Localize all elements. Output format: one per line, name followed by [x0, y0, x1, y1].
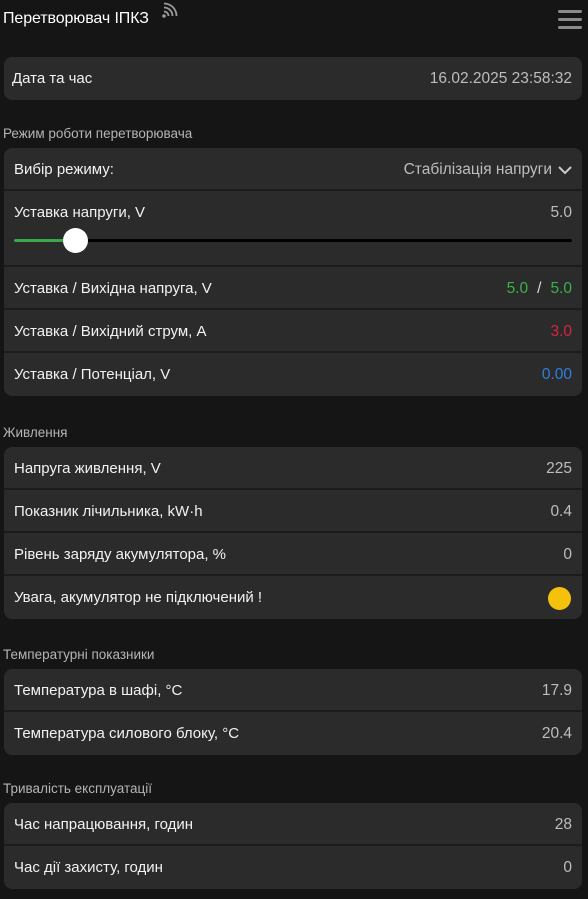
output-voltage-row: Уставка / Вихідна напруга, V 5.0 / 5.0 — [4, 267, 582, 310]
potential-row: Уставка / Потенціал, V 0.00 — [4, 353, 582, 396]
datetime-row: Дата та час 16.02.2025 23:58:32 — [4, 57, 582, 100]
mode-select-value: Стабілізація напруги — [403, 161, 552, 178]
hamburger-menu-icon[interactable] — [558, 10, 582, 32]
meter-row: Показник лічильника, kW·h 0.4 — [4, 490, 582, 533]
voltage-setpoint-value: 5.0 — [550, 204, 572, 221]
output-voltage-label: Уставка / Вихідна напруга, V — [14, 280, 212, 297]
power-card: Напруга живлення, V 225 Показник лічильн… — [4, 447, 582, 619]
power-section-title: Живлення — [3, 425, 68, 440]
output-current-label: Уставка / Вихідний струм, А — [14, 323, 207, 340]
supply-voltage-value: 225 — [546, 460, 572, 477]
operation-section-title: Тривалість експлуатації — [3, 781, 152, 796]
operation-card: Час напрацювання, годин 28 Час дії захис… — [4, 803, 582, 889]
battery-warning-row: Увага, акумулятор не підключений ! — [4, 576, 582, 619]
output-current-row: Уставка / Вихідний струм, А 3.0 — [4, 310, 582, 353]
battery-warning-label: Увага, акумулятор не підключений ! — [14, 589, 263, 606]
mode-card: Вибір режиму: Стабілізація напруги Устав… — [4, 148, 582, 396]
mode-select-row[interactable]: Вибір режиму: Стабілізація напруги — [4, 148, 582, 191]
cabinet-temp-value: 17.9 — [541, 682, 572, 699]
uptime-row: Час напрацювання, годин 28 — [4, 803, 582, 846]
output-voltage-separator: / — [537, 280, 542, 297]
wifi-signal-icon — [162, 2, 178, 18]
meter-value: 0.4 — [550, 503, 572, 520]
battery-level-label: Рівень заряду акумулятора, % — [14, 546, 227, 563]
output-current-value: 3.0 — [550, 323, 572, 340]
warning-indicator-icon — [548, 587, 571, 610]
temp-section-title: Температурні показники — [3, 647, 155, 662]
supply-voltage-row: Напруга живлення, V 225 — [4, 447, 582, 490]
power-block-temp-label: Температура силового блоку, °С — [14, 725, 240, 742]
battery-level-row: Рівень заряду акумулятора, % 0 — [4, 533, 582, 576]
power-block-temp-value: 20.4 — [541, 725, 572, 742]
protection-time-row: Час дії захисту, годин 0 — [4, 846, 582, 889]
chevron-down-icon — [558, 166, 572, 175]
output-voltage-setpoint: 5.0 — [506, 280, 529, 297]
app-title: Перетворювач ІПКЗ — [3, 10, 149, 27]
voltage-slider-thumb[interactable] — [63, 228, 89, 253]
temp-card: Температура в шафі, °С 17.9 Температура … — [4, 669, 582, 755]
output-voltage-actual: 5.0 — [550, 280, 572, 297]
uptime-value: 28 — [554, 816, 572, 833]
battery-level-value: 0 — [563, 546, 572, 563]
voltage-slider[interactable] — [14, 228, 572, 253]
datetime-value: 16.02.2025 23:58:32 — [429, 70, 572, 87]
potential-value: 0.00 — [541, 366, 572, 383]
meter-label: Показник лічильника, kW·h — [14, 503, 203, 520]
voltage-setpoint-row: Уставка напруги, V 5.0 — [4, 191, 582, 267]
protection-time-value: 0 — [563, 859, 572, 876]
mode-select-label: Вибір режиму: — [14, 161, 114, 178]
protection-time-label: Час дії захисту, годин — [14, 859, 163, 876]
mode-section-title: Режим роботи перетворювача — [3, 126, 193, 141]
voltage-setpoint-label: Уставка напруги, V — [14, 204, 146, 221]
datetime-label: Дата та час — [12, 70, 93, 87]
uptime-label: Час напрацювання, годин — [14, 816, 194, 833]
supply-voltage-label: Напруга живлення, V — [14, 460, 161, 477]
top-bar: Перетворювач ІПКЗ — [0, 0, 588, 48]
datetime-card: Дата та час 16.02.2025 23:58:32 — [4, 57, 582, 100]
output-voltage-values: 5.0 / 5.0 — [507, 280, 572, 298]
cabinet-temp-label: Температура в шафі, °С — [14, 682, 183, 699]
power-block-temp-row: Температура силового блоку, °С 20.4 — [4, 712, 582, 755]
potential-label: Уставка / Потенціал, V — [14, 366, 171, 383]
cabinet-temp-row: Температура в шафі, °С 17.9 — [4, 669, 582, 712]
mode-select[interactable]: Стабілізація напруги — [404, 161, 572, 179]
